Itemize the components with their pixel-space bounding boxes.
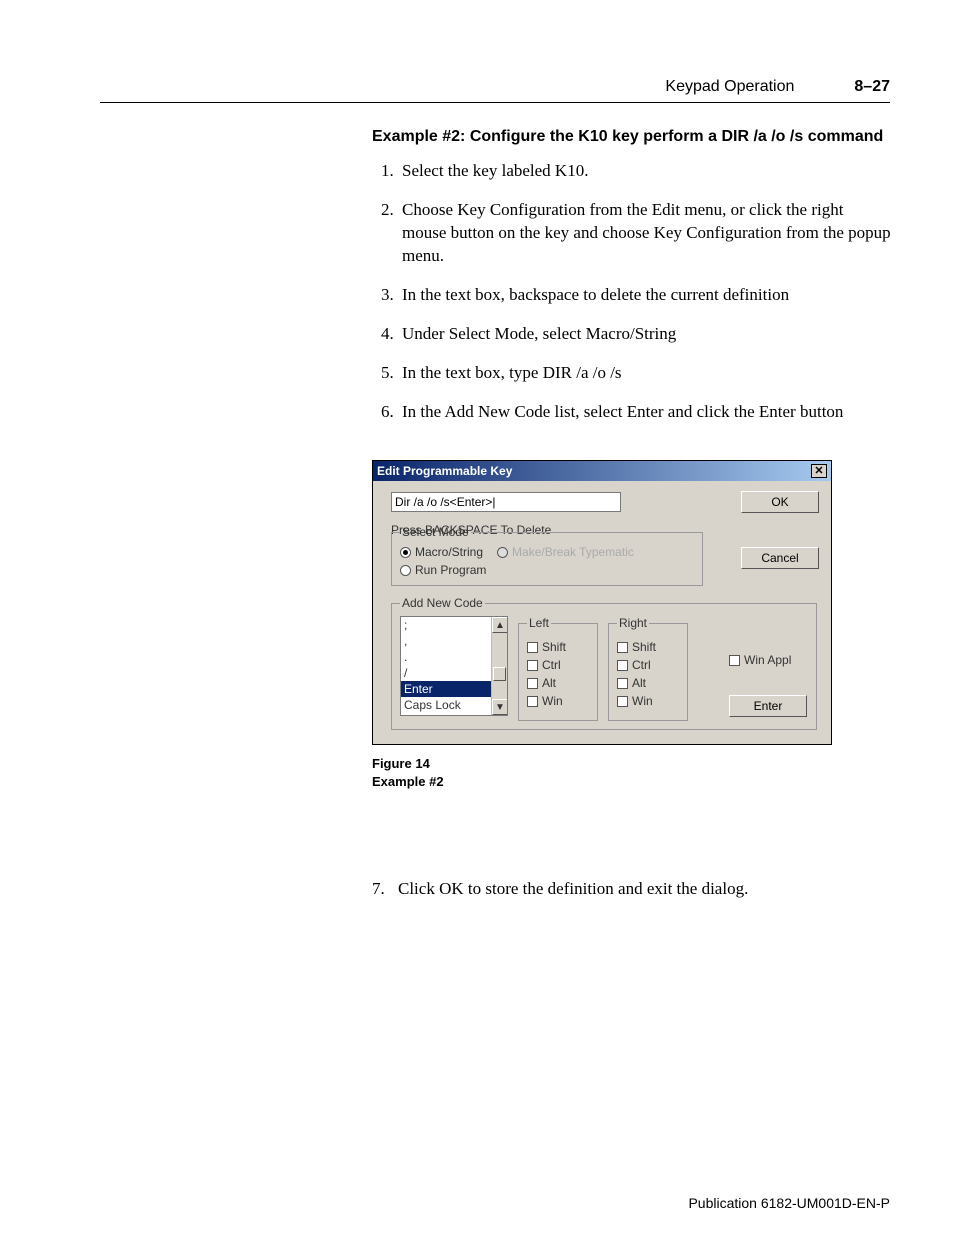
step-item: In the text box, backspace to delete the… [398,284,892,307]
code-listbox[interactable]: ; , . / Enter Caps Lock ▲ ▼ [400,616,508,716]
publication-footer: Publication 6182-UM001D-EN-P [688,1195,890,1211]
list-item[interactable]: , [401,633,491,649]
checkbox-right-ctrl[interactable]: Ctrl [617,658,679,672]
left-legend: Left [527,616,551,630]
radio-run-program[interactable]: Run Program [400,563,694,577]
checkbox-left-shift[interactable]: Shift [527,640,589,654]
figure-number: Figure 14 [372,755,832,773]
step-item: Choose Key Configuration from the Edit m… [398,199,892,268]
radio-label: Macro/String [415,545,483,559]
select-mode-legend: Select Mode [400,525,471,539]
list-item[interactable]: . [401,649,491,665]
right-modifiers-group: Right Shift Ctrl Alt Win [608,616,688,721]
cancel-button[interactable]: Cancel [741,547,819,569]
page: Keypad Operation 8–27 Example #2: Config… [0,0,954,1235]
steps-list: Select the key labeled K10. Choose Key C… [372,160,892,424]
select-mode-group: Select Mode Macro/String Make/Break Type… [391,525,703,586]
scroll-down-icon[interactable]: ▼ [492,699,508,715]
add-new-code-legend: Add New Code [400,596,485,610]
list-item[interactable]: ; [401,617,491,633]
body-column: Example #2: Configure the K10 key perfor… [372,128,892,440]
list-item-selected[interactable]: Enter [401,681,491,697]
radio-make-break-typematic: Make/Break Typematic [497,545,634,559]
checkbox-right-shift[interactable]: Shift [617,640,679,654]
figure-caption: Figure 14 Example #2 [372,755,832,791]
scroll-thumb[interactable] [493,667,506,681]
list-item[interactable]: Caps Lock [401,697,491,713]
radio-macro-string[interactable]: Macro/String [400,545,483,559]
step-item: Under Select Mode, select Macro/String [398,323,892,346]
enter-button[interactable]: Enter [729,695,807,717]
running-header: Keypad Operation 8–27 [100,78,890,103]
radio-label: Run Program [415,563,486,577]
step-7: 7.Click OK to store the definition and e… [372,878,892,901]
step-item: In the Add New Code list, select Enter a… [398,401,892,424]
checkbox-left-ctrl[interactable]: Ctrl [527,658,589,672]
scroll-up-icon[interactable]: ▲ [492,617,508,633]
example-heading: Example #2: Configure the K10 key perfor… [372,128,892,146]
list-item[interactable]: / [401,665,491,681]
figure-title: Example #2 [372,773,832,791]
dialog-screenshot: Edit Programmable Key ✕ OK Press BACKSPA… [372,460,832,791]
checkbox-right-win[interactable]: Win [617,694,679,708]
step-item: Select the key labeled K10. [398,160,892,183]
ok-button[interactable]: OK [741,491,819,513]
checkbox-win-appl[interactable]: Win Appl [729,653,819,667]
edit-programmable-key-dialog: Edit Programmable Key ✕ OK Press BACKSPA… [372,460,832,745]
dialog-titlebar: Edit Programmable Key ✕ [373,461,831,481]
dialog-title: Edit Programmable Key [377,464,811,478]
header-page-number: 8–27 [854,78,890,96]
right-legend: Right [617,616,649,630]
checkbox-left-alt[interactable]: Alt [527,676,589,690]
radio-label: Make/Break Typematic [512,545,634,559]
close-icon[interactable]: ✕ [811,464,827,478]
definition-input[interactable] [391,492,621,512]
step-item: In the text box, type DIR /a /o /s [398,362,892,385]
checkbox-right-alt[interactable]: Alt [617,676,679,690]
listbox-scrollbar[interactable]: ▲ ▼ [491,617,507,715]
left-modifiers-group: Left Shift Ctrl Alt Win [518,616,598,721]
header-section: Keypad Operation [665,78,794,96]
checkbox-left-win[interactable]: Win [527,694,589,708]
